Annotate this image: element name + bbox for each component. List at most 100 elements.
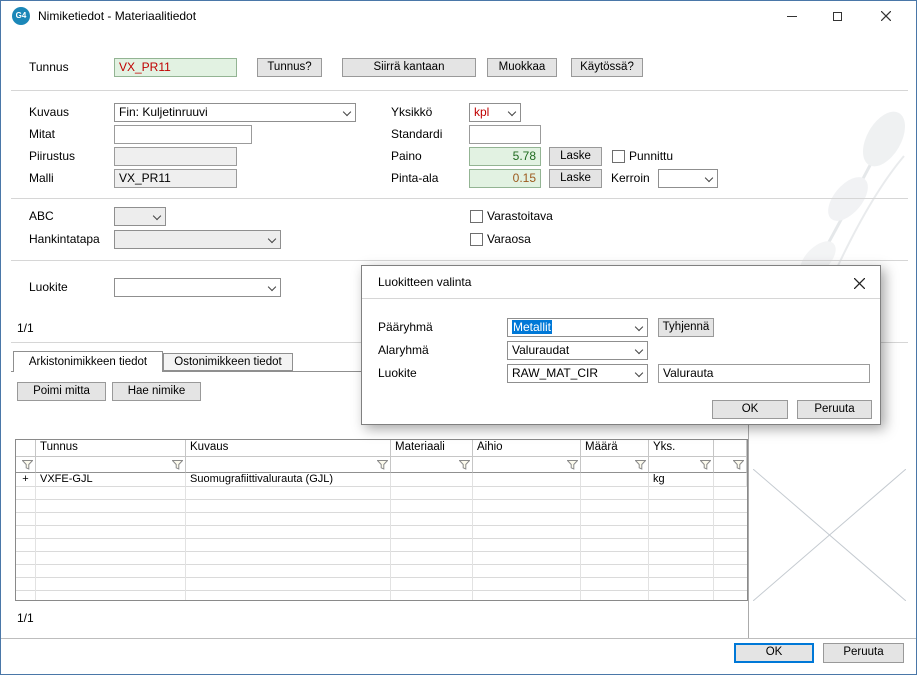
chevron-down-icon bbox=[343, 108, 351, 116]
varastoitava-checkbox[interactable] bbox=[470, 210, 483, 223]
chevron-down-icon bbox=[635, 323, 643, 331]
poimi-mitta-button[interactable]: Poimi mitta bbox=[17, 382, 106, 401]
punnittu-checkbox[interactable] bbox=[612, 150, 625, 163]
filter-icon[interactable] bbox=[22, 460, 33, 470]
filter-cell bbox=[391, 457, 473, 473]
filter-icon[interactable] bbox=[172, 460, 183, 470]
maximize-icon bbox=[833, 12, 842, 21]
kaytossa-button[interactable]: Käytössä? bbox=[571, 58, 643, 77]
tyhjenna-button[interactable]: Tyhjennä bbox=[658, 318, 714, 337]
filter-cell bbox=[36, 457, 186, 473]
luokitteen-valinta-dialog: Luokitteen valinta Pääryhmä Metallit Tyh… bbox=[361, 265, 881, 425]
malli-field[interactable]: VX_PR11 bbox=[114, 169, 237, 188]
cell-materiaali[interactable] bbox=[391, 473, 473, 487]
varastoitava-label: Varastoitava bbox=[487, 207, 553, 226]
varaosa-label: Varaosa bbox=[487, 230, 531, 249]
filter-icon[interactable] bbox=[733, 460, 744, 470]
grid-line bbox=[390, 487, 391, 600]
tab-arkistonimikkeen-tiedot[interactable]: Arkistonimikkeen tiedot bbox=[13, 351, 163, 372]
yksikko-label: Yksikkö bbox=[391, 103, 432, 122]
hankintatapa-select[interactable] bbox=[114, 230, 281, 249]
standardi-field[interactable] bbox=[469, 125, 541, 144]
separator bbox=[11, 90, 908, 91]
cell-kuvaus[interactable]: Suomugrafiittivalurauta (GJL) bbox=[186, 473, 391, 487]
tab-ostonimikkeen-tiedot[interactable]: Ostonimikkeen tiedot bbox=[163, 353, 293, 371]
filter-icon[interactable] bbox=[700, 460, 711, 470]
grid-line bbox=[648, 487, 649, 600]
minimize-button[interactable] bbox=[771, 1, 813, 31]
tunnus-field[interactable]: VX_PR11 bbox=[114, 58, 237, 77]
kerroin-label: Kerroin bbox=[611, 169, 650, 188]
peruuta-button[interactable]: Peruuta bbox=[823, 643, 904, 663]
cell-maara[interactable] bbox=[581, 473, 649, 487]
muokkaa-button[interactable]: Muokkaa bbox=[487, 58, 557, 77]
dialog-close-button[interactable] bbox=[850, 274, 868, 292]
column-header-aihio[interactable]: Aihio bbox=[473, 440, 581, 457]
chevron-down-icon bbox=[268, 235, 276, 243]
paaryhma-label: Pääryhmä bbox=[378, 318, 433, 337]
filter-icon[interactable] bbox=[377, 460, 388, 470]
close-button[interactable] bbox=[863, 1, 908, 31]
column-header-tunnus[interactable]: Tunnus bbox=[36, 440, 186, 457]
table-empty-rows bbox=[16, 487, 747, 600]
table-pager: 1/1 bbox=[17, 611, 34, 625]
dialog-title: Luokitteen valinta bbox=[378, 275, 471, 289]
chevron-down-icon bbox=[508, 108, 516, 116]
filter-icon[interactable] bbox=[459, 460, 470, 470]
dialog-ok-button[interactable]: OK bbox=[712, 400, 788, 419]
kerroin-select[interactable] bbox=[658, 169, 718, 188]
row-expand-toggle[interactable]: + bbox=[16, 473, 36, 487]
filter-cell bbox=[649, 457, 714, 473]
hae-nimike-button[interactable]: Hae nimike bbox=[112, 382, 201, 401]
separator bbox=[11, 198, 908, 199]
cell-yks[interactable]: kg bbox=[649, 473, 714, 487]
form-pager: 1/1 bbox=[17, 321, 34, 335]
filter-cell bbox=[581, 457, 649, 473]
dialog-luokite-text-field[interactable]: Valurauta bbox=[658, 364, 870, 383]
paino-label: Paino bbox=[391, 147, 422, 166]
dialog-luokite-select[interactable]: RAW_MAT_CIR bbox=[507, 364, 648, 383]
grid-line bbox=[185, 487, 186, 600]
app-icon: G4 bbox=[12, 7, 30, 25]
separator bbox=[11, 260, 908, 261]
items-table: Tunnus Kuvaus Materiaali Aihio Määrä Yks… bbox=[15, 439, 748, 601]
varaosa-checkbox[interactable] bbox=[470, 233, 483, 246]
alaryhma-select[interactable]: Valuraudat bbox=[507, 341, 648, 360]
laske-paino-button[interactable]: Laske bbox=[549, 147, 602, 166]
paaryhma-select[interactable]: Metallit bbox=[507, 318, 648, 337]
chevron-down-icon bbox=[153, 212, 161, 220]
piirustus-field[interactable] bbox=[114, 147, 237, 166]
maximize-button[interactable] bbox=[816, 1, 858, 31]
alaryhma-value: Valuraudat bbox=[512, 343, 569, 357]
column-header-maara[interactable]: Määrä bbox=[581, 440, 649, 457]
laske-pinta-ala-button[interactable]: Laske bbox=[549, 169, 602, 188]
chevron-down-icon bbox=[705, 174, 713, 182]
luokite-select[interactable] bbox=[114, 278, 281, 297]
kuvaus-select[interactable]: Fin: Kuljetinruuvi bbox=[114, 103, 356, 122]
siirra-kantaan-button[interactable]: Siirrä kantaan bbox=[342, 58, 476, 77]
alaryhma-label: Alaryhmä bbox=[378, 341, 429, 360]
tunnus-label: Tunnus bbox=[29, 58, 69, 77]
dialog-luokite-value: RAW_MAT_CIR bbox=[512, 366, 598, 380]
tunnus-query-button[interactable]: Tunnus? bbox=[257, 58, 322, 77]
cell-aihio[interactable] bbox=[473, 473, 581, 487]
abc-label: ABC bbox=[29, 207, 54, 226]
pinta-ala-field[interactable]: 0.15 bbox=[469, 169, 541, 188]
column-header-yks[interactable]: Yks. bbox=[649, 440, 714, 457]
close-icon bbox=[881, 11, 891, 21]
kuvaus-label: Kuvaus bbox=[29, 103, 69, 122]
abc-select[interactable] bbox=[114, 207, 166, 226]
column-header-kuvaus[interactable]: Kuvaus bbox=[186, 440, 391, 457]
yksikko-value: kpl bbox=[474, 105, 489, 119]
cell-tunnus[interactable]: VXFE-GJL bbox=[36, 473, 186, 487]
punnittu-label: Punnittu bbox=[629, 147, 673, 166]
ok-button[interactable]: OK bbox=[734, 643, 814, 663]
filter-icon[interactable] bbox=[635, 460, 646, 470]
yksikko-select[interactable]: kpl bbox=[469, 103, 521, 122]
dialog-luokite-label: Luokite bbox=[378, 364, 417, 383]
dialog-peruuta-button[interactable]: Peruuta bbox=[797, 400, 872, 419]
paino-field[interactable]: 5.78 bbox=[469, 147, 541, 166]
mitat-field[interactable] bbox=[114, 125, 252, 144]
column-header-materiaali[interactable]: Materiaali bbox=[391, 440, 473, 457]
filter-icon[interactable] bbox=[567, 460, 578, 470]
